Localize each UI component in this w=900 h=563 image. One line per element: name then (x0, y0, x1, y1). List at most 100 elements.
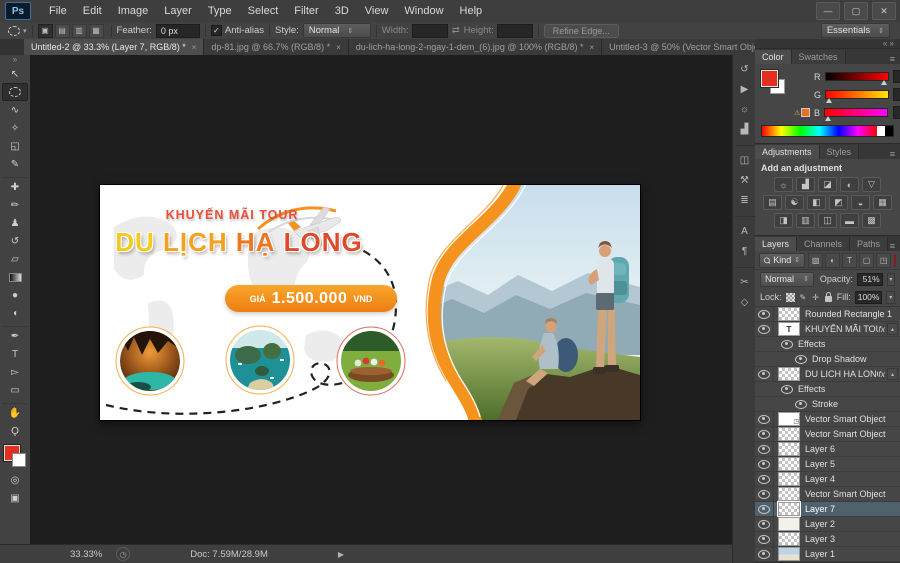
layer-row[interactable]: Layer 1 (755, 547, 900, 562)
canvas-artboard[interactable]: KHUYẾN MÃI TOUR DU LỊCH HẠ LONG GIÁ 1.50… (100, 185, 640, 420)
layer-row[interactable]: Layer 2 (755, 517, 900, 532)
smart-object-filter-icon[interactable]: ◳ (876, 252, 892, 268)
vibrance-adjustment-icon[interactable]: ▽ (862, 177, 881, 192)
eye-icon[interactable] (758, 444, 770, 454)
3d-panel-icon[interactable]: ◇ (735, 292, 755, 312)
brightness-contrast-adjustment-icon[interactable]: ☼ (774, 177, 793, 192)
eye-icon[interactable] (781, 384, 793, 394)
height-input[interactable] (496, 23, 533, 38)
channel-slider-r[interactable] (824, 72, 889, 85)
shape-layer-filter-icon[interactable]: ▢ (859, 252, 875, 268)
eye-icon[interactable] (758, 474, 770, 484)
history-brush-tool[interactable]: ↺ (2, 232, 28, 250)
eyedropper-tool[interactable]: ✎ (2, 155, 28, 173)
channel-slider-handle[interactable] (826, 98, 833, 103)
menu-view[interactable]: View (357, 0, 397, 22)
quick-selection-tool[interactable]: ✧ (2, 119, 28, 137)
eye-icon[interactable] (758, 459, 770, 469)
style-select[interactable]: Normal ⇕ (302, 23, 371, 38)
zoom-tool[interactable]: Ϙ (2, 422, 28, 440)
color-lookup-adjustment-icon[interactable]: ▦ (873, 195, 892, 210)
opacity-dropdown-icon[interactable]: ▾ (886, 272, 895, 286)
properties-panel-icon[interactable]: ☼ (735, 99, 755, 119)
channel-mixer-adjustment-icon[interactable]: ◒ (851, 195, 870, 210)
elliptical-marquee-tool[interactable] (2, 83, 28, 101)
layer-thumbnail[interactable] (778, 517, 800, 531)
lock-paint-icon[interactable]: ✎ (799, 291, 808, 303)
close-tab-icon[interactable]: × (589, 43, 594, 52)
layers-tab-channels[interactable]: Channels (797, 237, 851, 251)
layer-effects-row[interactable]: Effects (755, 382, 900, 397)
history-panel-icon[interactable]: ↺ (735, 59, 755, 79)
paragraph-panel-icon[interactable]: ¶ (735, 241, 755, 261)
status-flyout-icon[interactable]: ▶ (338, 550, 344, 559)
menu-help[interactable]: Help (452, 0, 491, 22)
opacity-value[interactable]: 51% (856, 272, 883, 286)
menu-3d[interactable]: 3D (327, 0, 357, 22)
menu-file[interactable]: File (41, 0, 75, 22)
blur-tool[interactable]: ● (2, 286, 28, 304)
close-button[interactable]: ✕ (872, 2, 896, 20)
collapse-panels-icon[interactable]: « » (755, 39, 900, 49)
zoom-level-input[interactable]: 33.33% (70, 549, 102, 560)
layer-thumbnail[interactable] (778, 427, 800, 441)
layer-thumbnail[interactable] (777, 501, 801, 517)
channel-slider-handle[interactable] (880, 80, 887, 85)
layer-row[interactable]: Vector Smart Object (755, 427, 900, 442)
workspace-select[interactable]: Essentials ⇕ (820, 23, 890, 38)
layers-panel-menu-icon[interactable]: ≡ (890, 241, 900, 251)
close-tab-icon[interactable]: × (336, 43, 341, 52)
panel-foreground-swatch[interactable] (761, 70, 778, 87)
fill-value[interactable]: 100% (854, 290, 883, 304)
path-selection-tool[interactable]: ▻ (2, 363, 28, 381)
eye-icon[interactable] (758, 369, 770, 379)
close-tab-icon[interactable]: × (192, 43, 197, 52)
eye-icon[interactable] (758, 519, 770, 529)
adjustments-tab-adjustments[interactable]: Adjustments (755, 145, 820, 159)
hue-saturation-adjustment-icon[interactable]: ▤ (763, 195, 782, 210)
black-white-adjustment-icon[interactable]: ◧ (807, 195, 826, 210)
clone-stamp-tool[interactable]: ♟ (2, 214, 28, 232)
layer-thumbnail[interactable]: T (778, 322, 800, 336)
canvas-area[interactable]: KHUYẾN MÃI TOUR DU LỊCH HẠ LONG GIÁ 1.50… (30, 55, 732, 545)
layer-row[interactable]: Layer 4 (755, 472, 900, 487)
eye-icon[interactable] (795, 399, 807, 409)
eye-icon[interactable] (758, 429, 770, 439)
menu-filter[interactable]: Filter (286, 0, 326, 22)
blend-mode-select[interactable]: Normal ⇕ (760, 271, 814, 287)
fill-dropdown-icon[interactable]: ▾ (886, 290, 896, 304)
eye-icon[interactable] (758, 549, 770, 559)
adjustment-layer-filter-icon[interactable]: ◐ (825, 252, 841, 268)
color-tab-color[interactable]: Color (755, 50, 792, 64)
invert-adjustment-icon[interactable]: ◨ (774, 213, 793, 228)
curves-adjustment-icon[interactable]: ◪ (818, 177, 837, 192)
gradient-map-adjustment-icon[interactable]: ▬ (840, 213, 859, 228)
tool-preset-picker[interactable]: ▾ (8, 25, 27, 36)
document-tab[interactable]: dp-81.jpg @ 66.7% (RGB/8) * × (204, 39, 349, 55)
move-tool[interactable]: ↖ (2, 65, 28, 83)
menu-layer[interactable]: Layer (156, 0, 200, 22)
lasso-tool[interactable]: ∿ (2, 101, 28, 119)
gamut-color-swatch[interactable] (801, 108, 810, 117)
spot-healing-brush-tool[interactable]: ✚ (2, 177, 28, 196)
layer-effects-row[interactable]: Effects (755, 337, 900, 352)
collapse-effects-icon[interactable]: ▴ (887, 368, 898, 380)
channel-value-input[interactable]: 0 (893, 106, 900, 119)
menu-edit[interactable]: Edit (75, 0, 110, 22)
panel-color-swatches[interactable] (761, 70, 787, 96)
layer-row[interactable]: Layer 3 (755, 532, 900, 547)
menu-window[interactable]: Window (396, 0, 451, 22)
screen-mode-button[interactable]: ▣ (2, 489, 28, 507)
exposure-adjustment-icon[interactable]: ◐ (840, 177, 859, 192)
fx-icon[interactable]: fx (878, 324, 885, 334)
lock-all-icon[interactable] (824, 291, 833, 303)
adjustments-tab-styles[interactable]: Styles (819, 145, 860, 159)
color-panel-menu-icon[interactable]: ≡ (890, 54, 900, 64)
actions-panel-icon[interactable]: ▶ (735, 79, 755, 99)
layer-thumbnail[interactable] (778, 472, 800, 486)
layer-effect-row[interactable]: Drop Shadow (755, 352, 900, 367)
layer-filter-toggle[interactable] (894, 253, 897, 267)
layer-row[interactable]: Layer 7 (755, 501, 900, 517)
color-spectrum-ramp[interactable] (761, 125, 894, 137)
layer-thumbnail[interactable] (778, 442, 800, 456)
